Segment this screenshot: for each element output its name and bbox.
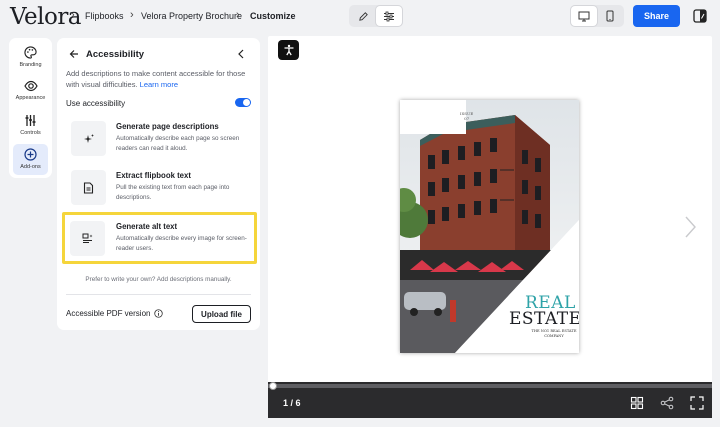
option-generate-page-descriptions[interactable]: Generate page descriptions Automatically…: [66, 117, 253, 160]
sidebar-item-label: Branding: [19, 62, 42, 68]
accessible-pdf-label: Accessible PDF version: [66, 309, 151, 318]
sidebar-item-branding[interactable]: Branding: [13, 42, 48, 73]
chevron-left-icon[interactable]: [237, 49, 245, 59]
alt-text-icon: [70, 221, 105, 256]
upload-file-button[interactable]: Upload file: [192, 305, 251, 323]
grid-view-icon[interactable]: [630, 396, 644, 410]
sliders-icon: [25, 115, 36, 126]
learn-more-link[interactable]: Learn more: [140, 80, 178, 89]
manual-descriptions-note: Prefer to write your own? Add descriptio…: [85, 276, 232, 283]
option-subtitle: Pull the existing text from each page in…: [116, 184, 230, 201]
breadcrumb-separator: ›: [236, 9, 240, 21]
page-progress-bar[interactable]: [268, 384, 712, 388]
progress-scrubber-handle[interactable]: [269, 382, 277, 390]
page-indicator: 1 / 6: [283, 398, 301, 408]
cover-title-line2: ESTATE: [509, 309, 579, 329]
panel-description: Add descriptions to make content accessi…: [66, 69, 246, 89]
accessibility-panel: Accessibility Add descriptions to make c…: [57, 38, 260, 330]
option-title: Extract flipbook text: [116, 171, 191, 180]
cover-issue-label: ISSUE 07: [460, 111, 474, 121]
cover-subtitle: THE NO1 REAL ESTATE COMPANY: [531, 329, 577, 338]
option-title: Generate alt text: [116, 222, 178, 231]
use-accessibility-toggle[interactable]: [235, 98, 251, 107]
sliders-icon: [384, 11, 394, 21]
desktop-view-button[interactable]: [571, 6, 597, 26]
flipbook-cover-page[interactable]: ISSUE 07 REAL ESTATE THE NO1 REAL ESTATE…: [400, 100, 579, 353]
pencil-icon: [358, 11, 368, 21]
breadcrumb-separator: ›: [130, 9, 134, 21]
eye-icon: [23, 80, 38, 92]
accessibility-icon: [284, 44, 293, 56]
back-arrow-icon[interactable]: [69, 49, 79, 59]
info-icon[interactable]: [154, 309, 163, 318]
sidebar-item-appearance[interactable]: Appearance: [13, 76, 48, 107]
sparkle-icon: [71, 121, 106, 156]
breadcrumb-separator: ›: [71, 9, 75, 21]
plus-circle-icon: [24, 148, 37, 161]
divider: [66, 294, 251, 295]
sidebar-item-add-ons[interactable]: Add-ons: [13, 144, 48, 175]
edit-mode-toggle: [349, 5, 403, 27]
document-icon: [71, 170, 106, 205]
breadcrumb-flipbooks[interactable]: Flipbooks: [85, 11, 124, 21]
option-generate-alt-text[interactable]: Generate alt text Automatically describe…: [62, 212, 257, 264]
theme-toggle-icon[interactable]: [693, 9, 707, 23]
sidebar-item-label: Appearance: [15, 95, 46, 101]
sidebar-item-label: Controls: [20, 130, 41, 136]
option-subtitle: Automatically describe each page so scre…: [116, 135, 240, 152]
breadcrumb-customize: Customize: [250, 11, 296, 21]
palette-icon: [24, 46, 37, 59]
next-page-arrow-icon[interactable]: [684, 216, 696, 238]
phone-icon: [606, 10, 614, 22]
sidebar-item-label: Add-ons: [20, 164, 41, 170]
option-extract-flipbook-text[interactable]: Extract flipbook text Pull the existing …: [66, 166, 253, 209]
panel-title: Accessibility: [86, 49, 145, 60]
sidebar-item-controls[interactable]: Controls: [13, 110, 48, 141]
flipbook-preview: ISSUE 07 REAL ESTATE THE NO1 REAL ESTATE…: [268, 36, 712, 418]
mobile-view-button[interactable]: [597, 6, 623, 26]
option-title: Generate page descriptions: [116, 122, 219, 131]
edit-button[interactable]: [350, 6, 376, 26]
monitor-icon: [578, 11, 590, 21]
option-subtitle: Automatically describe every image for s…: [116, 235, 247, 252]
sidebar-rail: Branding Appearance Controls Add-ons: [9, 38, 52, 178]
use-accessibility-label: Use accessibility: [66, 99, 126, 108]
accessibility-button[interactable]: [278, 40, 299, 60]
share-icon[interactable]: [660, 396, 674, 410]
share-button[interactable]: Share: [633, 5, 680, 27]
fullscreen-icon[interactable]: [690, 396, 704, 410]
customize-button[interactable]: [376, 6, 402, 26]
top-bar: Velora › Flipbooks › Velora Property Bro…: [0, 0, 720, 34]
device-toggle: [570, 5, 624, 27]
breadcrumb-brochure[interactable]: Velora Property Brochure: [141, 11, 242, 21]
